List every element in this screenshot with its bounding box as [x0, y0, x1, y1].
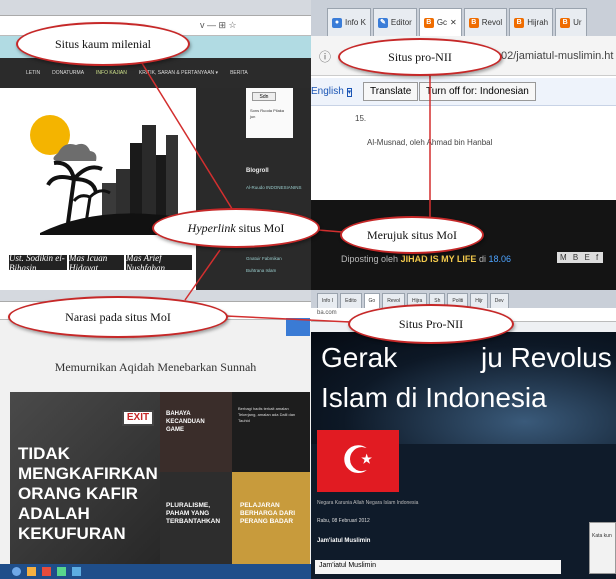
- callout-narasi-situs-moi: Narasi pada situs MoI: [8, 296, 228, 338]
- connector-narasi-to-pronii: [225, 315, 351, 323]
- connector-milenial-to-hyperlink: [139, 59, 235, 213]
- callout-situs-kaum-milenial: Situs kaum milenial: [16, 22, 190, 66]
- connector-hyperlink-to-narasi: [184, 249, 221, 301]
- connector-lines: [139, 59, 431, 323]
- figure-canvas: gure v — ⊞ ☆ LETIN DONATURMA INFO KAJIAN…: [0, 0, 616, 579]
- callout-situs-pro-nii-top: Situs pro-NII: [338, 38, 502, 76]
- callout-hyperlink-situs-moi: Hyperlink situs MoI: [152, 208, 320, 248]
- callout-merujuk-situs-moi: Merujuk situs MoI: [340, 216, 484, 254]
- callout-situs-pro-nii-bottom: Situs Pro-NII: [348, 304, 514, 344]
- connector-hyperlink-to-merujuk: [317, 229, 343, 233]
